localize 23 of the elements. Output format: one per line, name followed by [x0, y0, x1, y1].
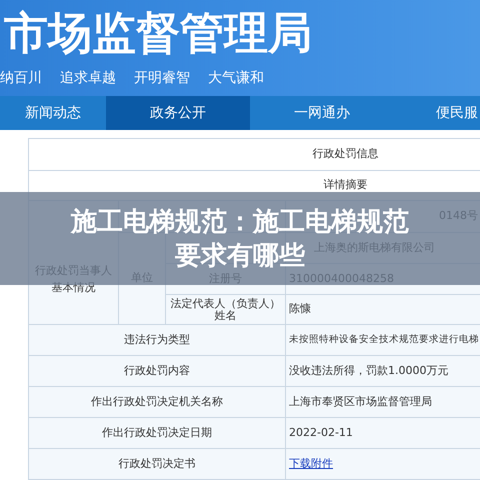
table-cell: 行政处罚内容 — [29, 356, 286, 387]
site-title: 市场监督管理局 — [3, 7, 313, 61]
table-cell-text: 陈慷 — [289, 301, 311, 318]
nav-tab[interactable]: 一网通办 — [250, 96, 394, 130]
table-heading: 行政处罚信息 — [29, 139, 480, 171]
table-cell: 法定代表人（负责人）姓名 — [170, 298, 281, 322]
table-cell-text: 没收违法所得，罚款1.0000万元 — [289, 362, 448, 379]
nav-tab[interactable]: 便民服 — [394, 96, 480, 130]
slogan: 开明睿智 — [134, 69, 190, 88]
table-cell: 违法行为类型 — [29, 325, 286, 356]
table-cell-text: 2022-02-11 — [289, 424, 353, 441]
table-cell: 行政处罚决定书 — [29, 449, 286, 480]
slogan: 大气谦和 — [208, 69, 264, 88]
slogan: 纳百川 — [0, 69, 42, 88]
table-cell-text: 未按照特种设备安全技术规范要求进行电梯 — [289, 332, 479, 347]
table-cell: 作出行政处罚决定日期 — [29, 418, 286, 449]
slogan: 追求卓越 — [60, 69, 116, 88]
caption-title: 要求有哪些 — [175, 240, 305, 272]
table-cell: 作出行政处罚决定机关名称 — [29, 387, 286, 418]
nav-tab[interactable]: 新闻动态 — [0, 96, 106, 130]
nav-tab[interactable]: 政务公开 — [106, 96, 250, 130]
download-link[interactable]: 下载附件 — [289, 456, 333, 472]
table-cell-text: 上海市奉贤区市场监督管理局 — [289, 394, 432, 410]
